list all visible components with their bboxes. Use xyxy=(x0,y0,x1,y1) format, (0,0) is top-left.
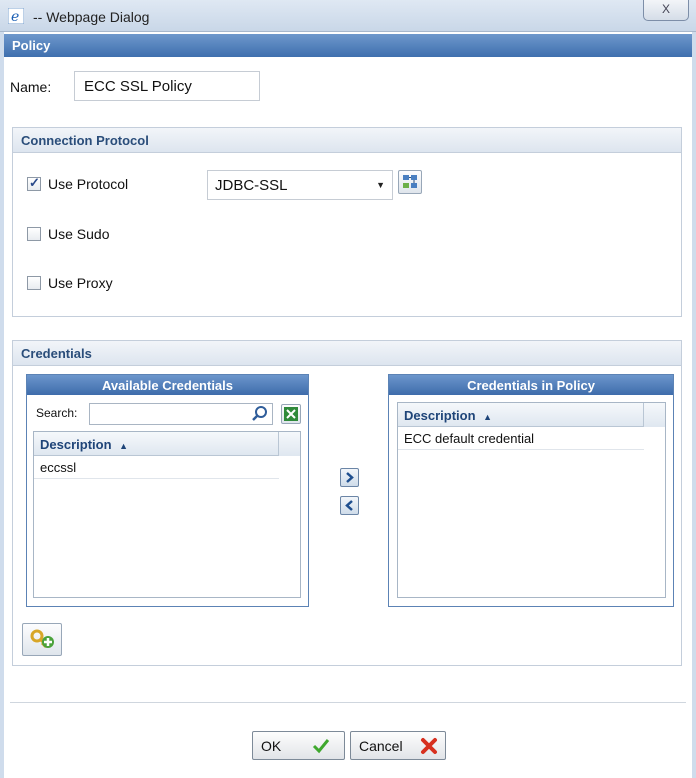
available-credentials-grid: Description ▲ eccssl xyxy=(33,431,301,598)
close-button[interactable]: X xyxy=(643,0,689,21)
export-excel-button[interactable] xyxy=(281,404,301,424)
name-input[interactable] xyxy=(74,71,260,101)
policy-grid-scroll-header xyxy=(643,403,665,427)
name-label: Name: xyxy=(10,79,52,95)
policy-description-column[interactable]: Description ▲ xyxy=(398,403,665,427)
sort-asc-icon: ▲ xyxy=(483,412,493,422)
dropdown-arrow-icon: ▼ xyxy=(376,180,385,190)
policy-credentials-title: Credentials in Policy xyxy=(389,375,673,395)
ok-button[interactable]: OK xyxy=(252,731,345,760)
page-title: Policy xyxy=(12,38,51,53)
protocol-select[interactable]: JDBC-SSL ▼ xyxy=(207,170,393,200)
available-credentials-title: Available Credentials xyxy=(27,375,308,395)
search-input[interactable] xyxy=(89,403,273,425)
use-protocol-checkbox[interactable]: ✓ xyxy=(27,175,41,191)
available-description-column[interactable]: Description ▲ xyxy=(34,432,300,456)
add-protocol-icon xyxy=(403,175,417,188)
available-credential-cell: eccssl xyxy=(40,460,77,475)
page-header: Policy xyxy=(4,34,692,57)
table-row[interactable]: ECC default credential xyxy=(398,427,644,450)
use-proxy-checkbox[interactable] xyxy=(27,276,41,290)
policy-credentials-grid: Description ▲ ECC default credential xyxy=(397,402,666,598)
table-row[interactable]: eccssl xyxy=(34,456,279,479)
move-left-icon xyxy=(345,500,353,511)
checkmark-icon xyxy=(312,739,330,754)
credentials-header: Credentials xyxy=(13,341,681,366)
add-credential-button[interactable] xyxy=(22,623,62,656)
policy-credential-cell: ECC default credential xyxy=(404,431,535,446)
checkbox-check-icon: ✓ xyxy=(29,175,40,190)
move-left-button[interactable] xyxy=(340,496,359,515)
move-right-icon xyxy=(346,472,354,483)
excel-export-icon xyxy=(284,407,298,421)
window-frame-right xyxy=(692,32,696,778)
window-title: -- Webpage Dialog xyxy=(33,9,150,25)
svg-text:e: e xyxy=(11,9,19,24)
available-grid-scroll-header xyxy=(278,432,300,456)
add-protocol-button[interactable] xyxy=(398,170,422,194)
window-frame-left xyxy=(0,32,4,778)
magnifier-icon[interactable] xyxy=(251,405,269,423)
use-sudo-label: Use Sudo xyxy=(48,226,110,242)
cancel-button[interactable]: Cancel xyxy=(350,731,446,760)
available-description-header: Description xyxy=(40,437,112,452)
ie-logo-icon: e xyxy=(8,8,24,24)
connection-protocol-header: Connection Protocol xyxy=(13,128,681,153)
protocol-select-value: JDBC-SSL xyxy=(215,177,288,194)
use-protocol-label: Use Protocol xyxy=(48,176,129,192)
move-right-button[interactable] xyxy=(340,468,359,487)
use-proxy-label: Use Proxy xyxy=(48,275,113,291)
ok-label: OK xyxy=(261,738,282,754)
sort-asc-icon: ▲ xyxy=(119,441,129,451)
close-icon: X xyxy=(661,2,670,16)
search-label: Search: xyxy=(36,406,78,420)
window-titlebar: e -- Webpage Dialog X xyxy=(0,0,696,32)
footer-divider xyxy=(10,702,686,703)
cancel-label: Cancel xyxy=(359,738,403,754)
use-sudo-checkbox[interactable] xyxy=(27,227,41,241)
policy-description-header: Description xyxy=(404,408,476,423)
x-icon xyxy=(421,738,437,754)
add-credential-key-icon xyxy=(30,629,54,649)
